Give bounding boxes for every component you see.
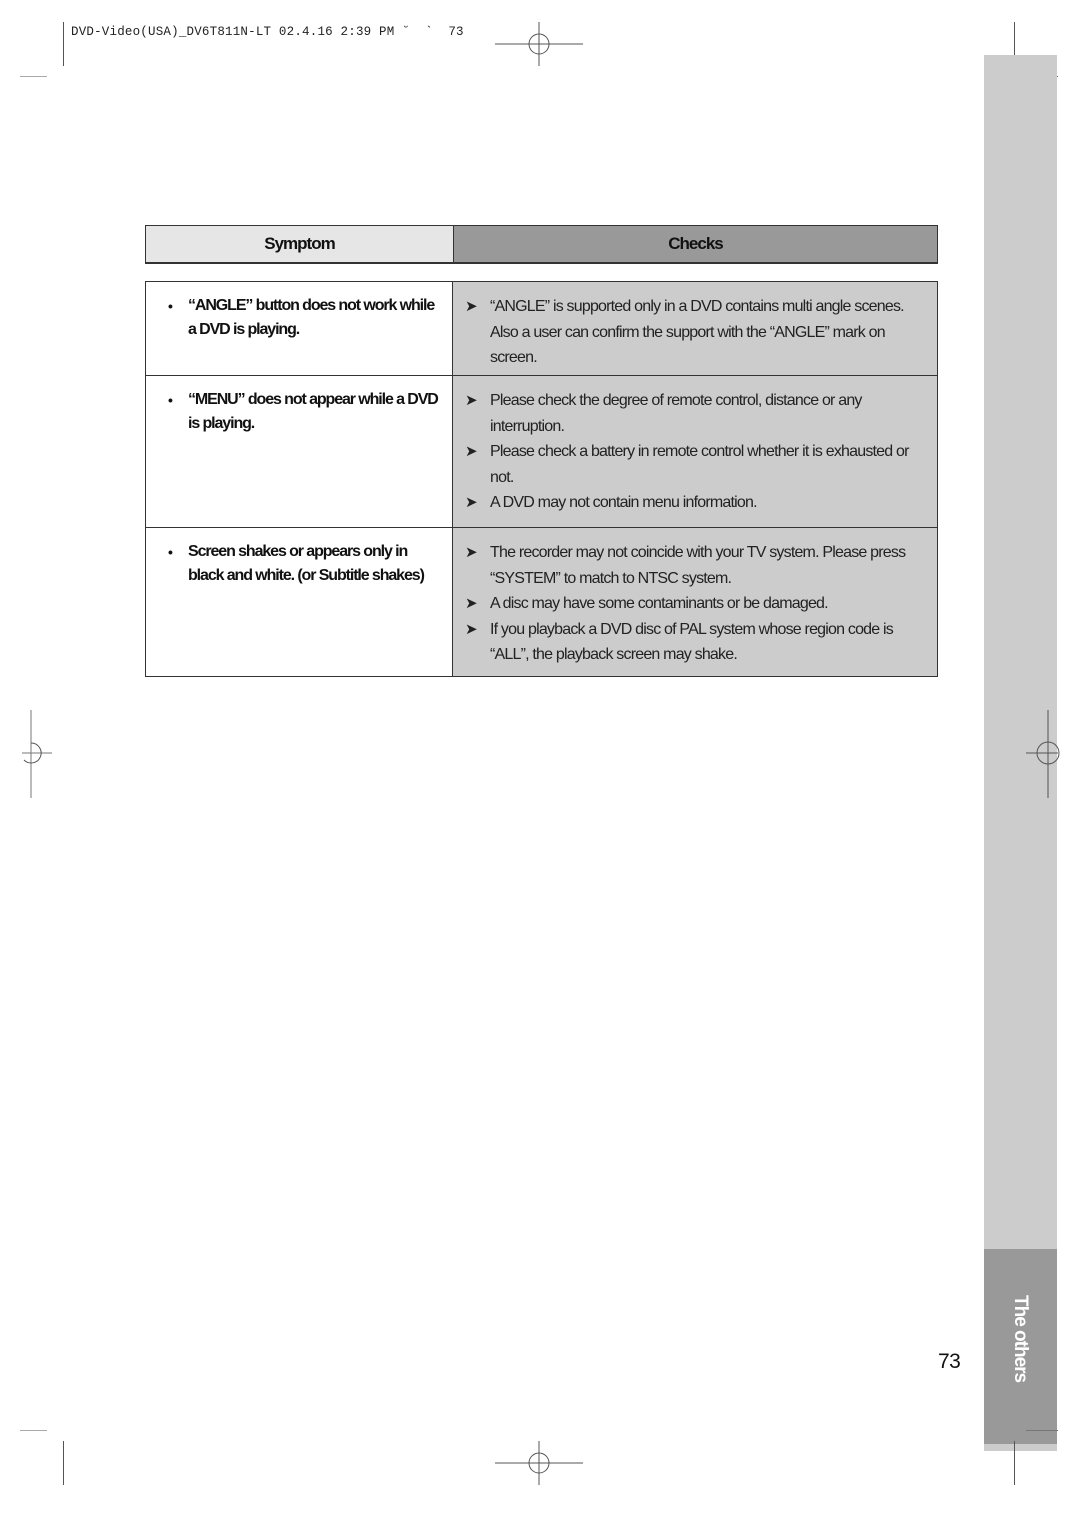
header-symptom: Symptom	[146, 226, 454, 262]
checks-cell: ➤ The recorder may not coincide with your…	[453, 528, 937, 676]
checks-cell: ➤ “ANGLE” is supported only in a DVD cont…	[453, 282, 937, 375]
symptom-text: Screen shakes or appears only in black a…	[188, 543, 425, 584]
check-text: Please check the degree of remote contro…	[490, 392, 862, 435]
check-text: Please check a battery in remote control…	[490, 443, 909, 486]
page-number: 73	[938, 1350, 961, 1373]
check-text: A disc may have some contaminants or be …	[490, 595, 829, 612]
header-checks: Checks	[454, 226, 937, 262]
crop-mark	[1026, 1430, 1058, 1431]
bullet-icon: •	[168, 392, 173, 408]
check-text: “ANGLE” is supported only in a DVD conta…	[490, 298, 905, 366]
arrow-icon: ➤	[465, 595, 478, 612]
bullet-icon: •	[168, 544, 173, 560]
crop-mark	[20, 76, 47, 77]
table-row: • “ANGLE” button does not work while a DV…	[146, 282, 937, 375]
registration-mark-icon	[495, 0, 583, 88]
symptom-cell: • Screen shakes or appears only in black …	[146, 528, 453, 676]
troubleshooting-table: • “ANGLE” button does not work while a DV…	[145, 281, 938, 677]
table-row: • Screen shakes or appears only in black …	[146, 527, 937, 676]
arrow-icon: ➤	[465, 544, 478, 561]
symptom-cell: • “MENU” does not appear while a DVD is p…	[146, 376, 453, 527]
table-header: Symptom Checks	[145, 225, 938, 264]
arrow-icon: ➤	[465, 494, 478, 511]
crop-mark	[1014, 1441, 1015, 1485]
bullet-icon: •	[168, 298, 173, 314]
section-tab-label: The others	[1010, 1295, 1031, 1383]
arrow-icon: ➤	[465, 392, 478, 409]
section-tab-the-others[interactable]: The others	[984, 1249, 1057, 1444]
crop-mark	[63, 22, 64, 66]
registration-mark-icon	[495, 1420, 583, 1508]
arrow-icon: ➤	[465, 298, 478, 315]
checks-cell: ➤ Please check the degree of remote contr…	[453, 376, 937, 527]
print-slug: DVD-Video(USA)_DV6T811N-LT 02.4.16 2:39 …	[71, 25, 464, 39]
arrow-icon: ➤	[465, 443, 478, 460]
symptom-text: “MENU” does not appear while a DVD is pl…	[188, 391, 439, 432]
symptom-text: “ANGLE” button does not work while a DVD…	[188, 297, 435, 338]
check-text: The recorder may not coincide with your …	[490, 544, 906, 587]
registration-mark-icon	[1020, 710, 1080, 798]
crop-mark	[20, 1430, 47, 1431]
check-text: If you playback a DVD disc of PAL system…	[490, 620, 894, 664]
symptom-cell: • “ANGLE” button does not work while a DV…	[146, 282, 453, 375]
arrow-icon: ➤	[465, 620, 478, 638]
table-row: • “MENU” does not appear while a DVD is p…	[146, 375, 937, 527]
crop-mark	[63, 1441, 64, 1485]
registration-mark-icon	[0, 710, 60, 798]
check-text: A DVD may not contain menu information.	[490, 494, 758, 511]
